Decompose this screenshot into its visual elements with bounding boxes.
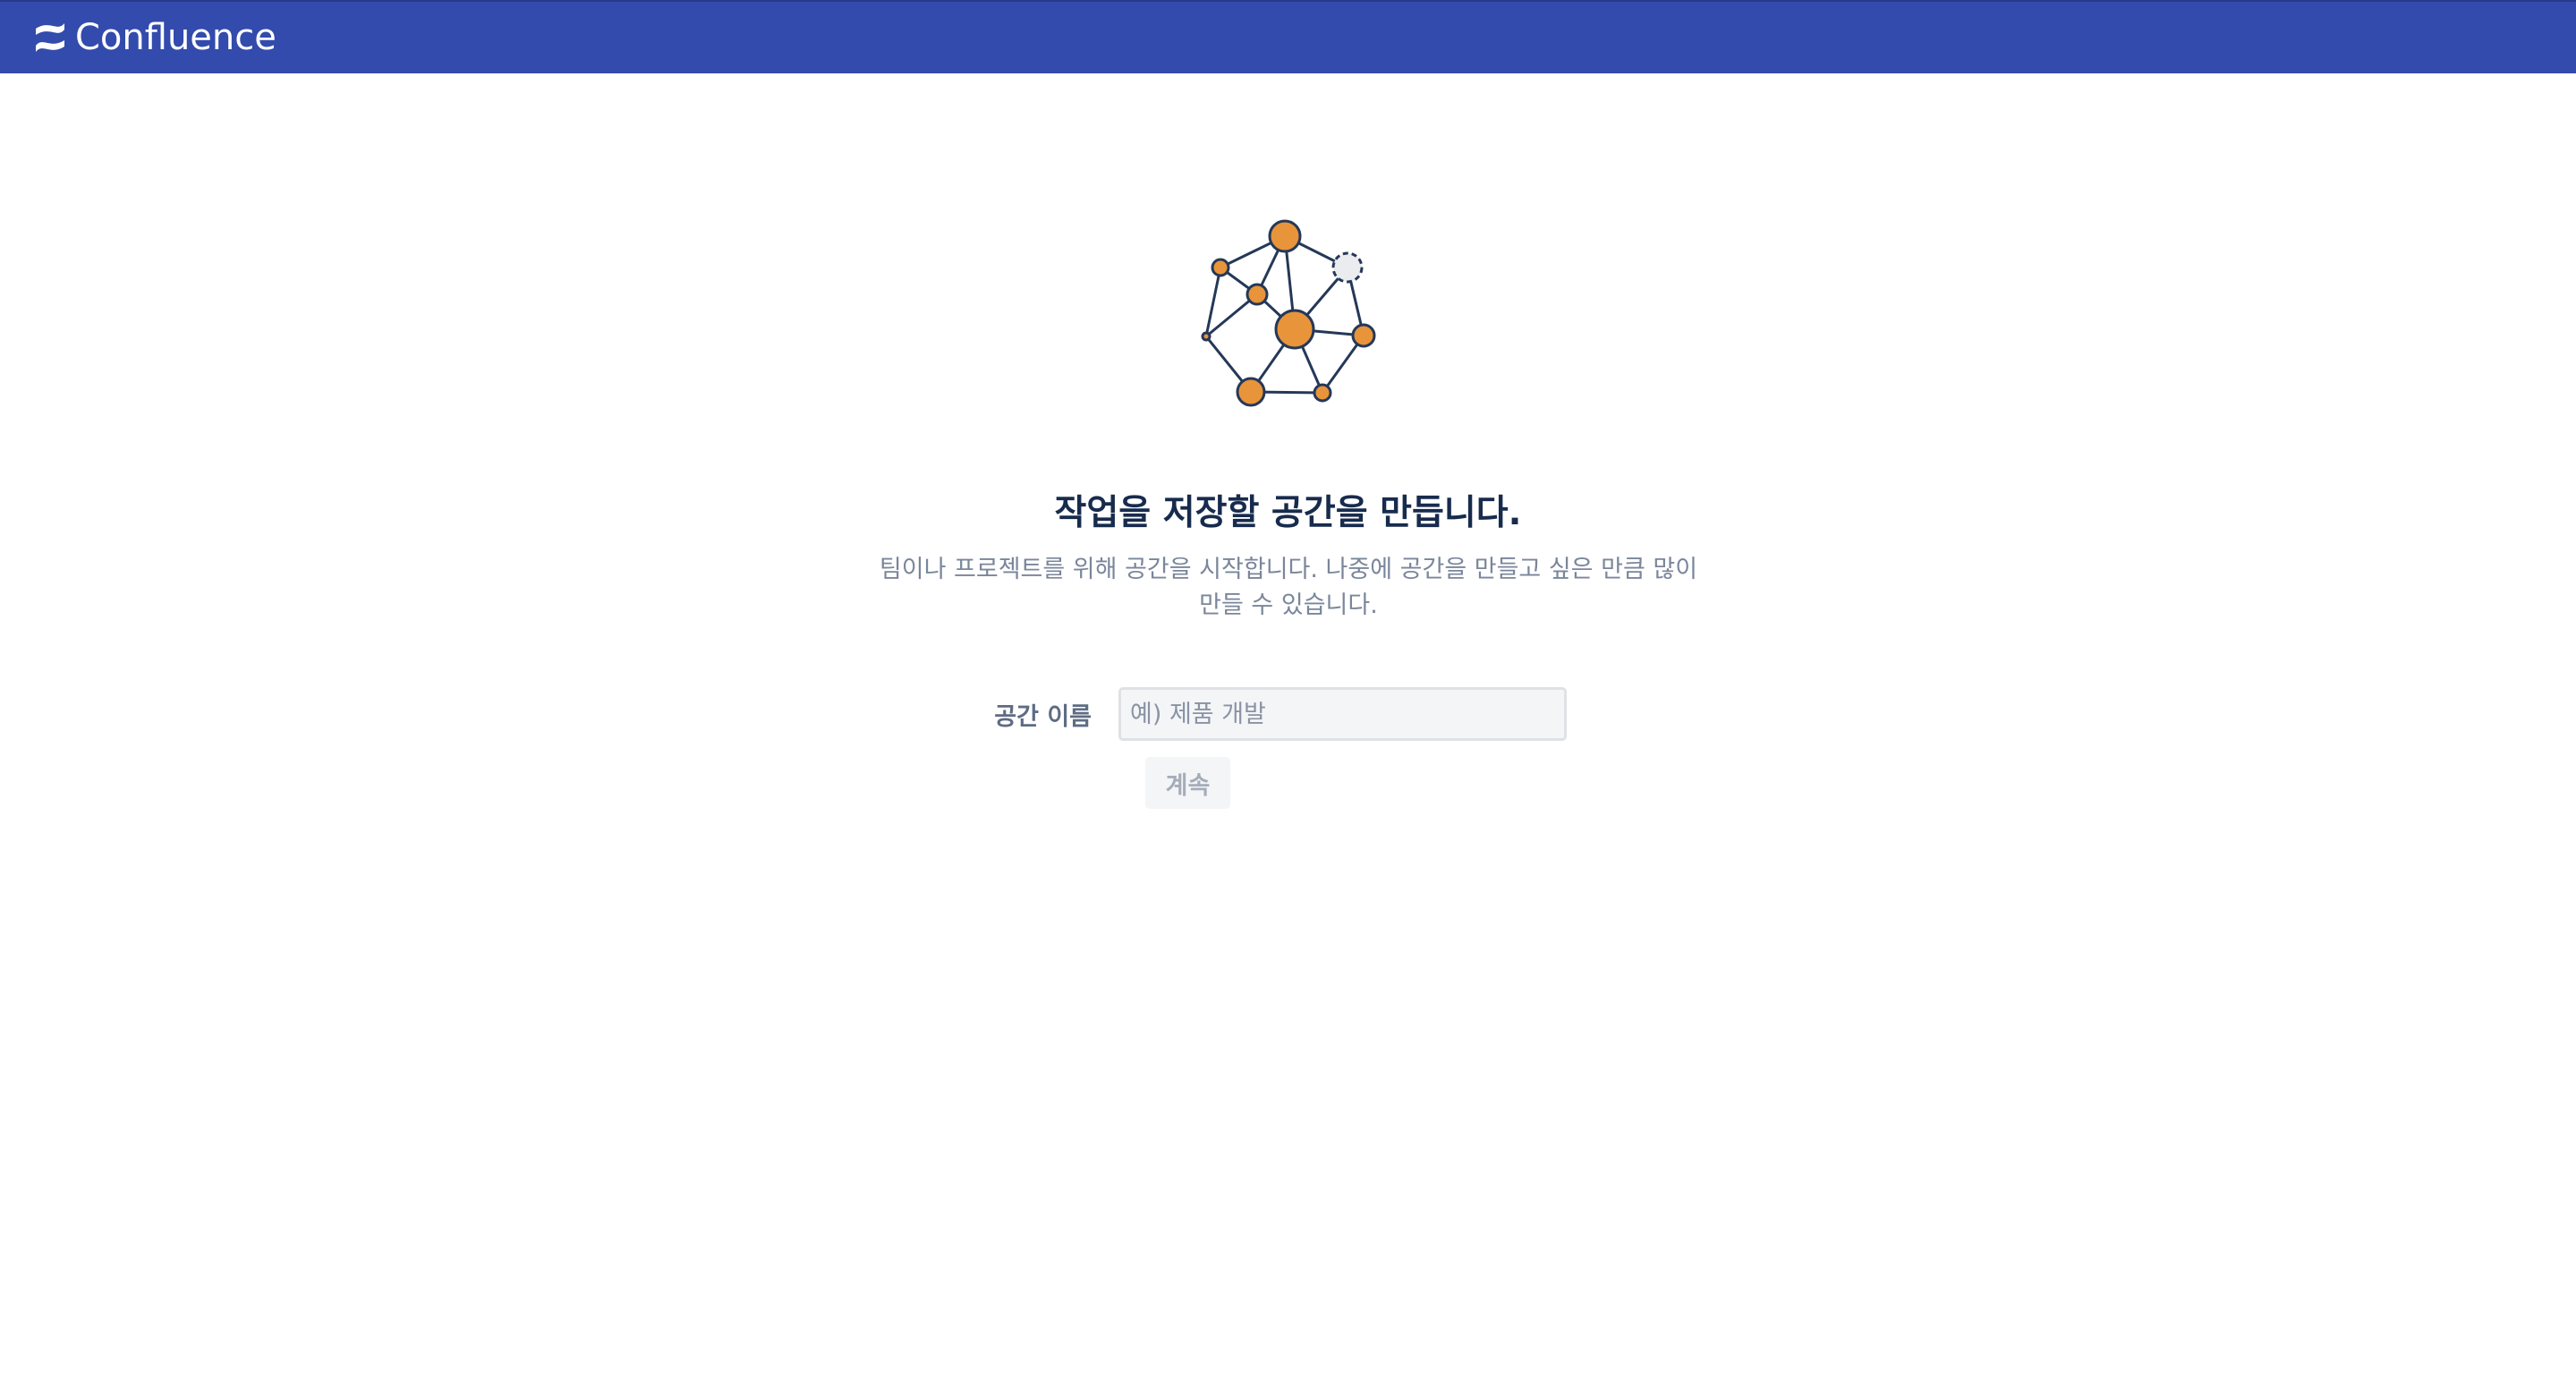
top-navigation-bar: Confluence <box>0 0 2576 73</box>
confluence-logo-icon <box>34 22 66 53</box>
create-space-page: 작업을 저장할 공간을 만듭니다. 팀이나 프로젝트를 위해 공간을 시작합니다… <box>0 73 2576 1394</box>
page-description: 팀이나 프로젝트를 위해 공간을 시작합니다. 나중에 공간을 만들고 싶은 만… <box>879 556 1698 619</box>
page-title: 작업을 저장할 공간을 만듭니다. <box>1054 493 1522 533</box>
confluence-home-link[interactable]: Confluence <box>34 17 276 58</box>
continue-button[interactable]: 계속 <box>1145 757 1230 809</box>
space-name-label: 공간 이름 <box>994 702 1092 731</box>
product-name: Confluence <box>75 17 276 58</box>
space-name-form-row: 공간 이름 <box>984 686 1567 742</box>
space-name-input[interactable] <box>1118 687 1567 741</box>
network-nodes-icon <box>1190 217 1387 485</box>
